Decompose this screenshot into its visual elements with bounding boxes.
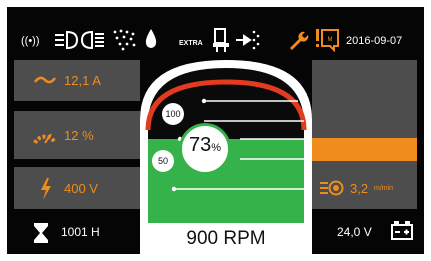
percent-value: 73 — [188, 134, 212, 156]
wrench-icon — [290, 31, 309, 50]
high-beam-icon — [80, 30, 104, 50]
voltage-bolt-icon — [41, 178, 51, 200]
current-panel: 12,1 A — [14, 60, 140, 101]
date-display: 2016-09-07 — [346, 35, 403, 47]
status-bar: ((•)) EXTRA M 2016-09-07 — [7, 7, 424, 53]
current-wave-icon — [34, 76, 56, 84]
rpm-readout: 900 RPM — [140, 223, 312, 254]
extra-label: EXTRA — [179, 40, 203, 47]
seat-icon — [213, 28, 229, 52]
wire-feed-bar — [312, 138, 417, 161]
wire-feed-icon — [320, 180, 344, 196]
percent-unit: % — [211, 142, 222, 154]
hourglass-icon — [34, 223, 48, 243]
wireless-signal-icon: ((•)) — [21, 35, 40, 47]
water-drop-icon — [145, 29, 157, 48]
operating-hours: 1001 H — [61, 225, 100, 239]
wire-feed-panel: 3,2 m/min — [312, 167, 417, 209]
battery-icon — [391, 221, 413, 240]
voltage-value: 400 V — [64, 181, 98, 196]
display-screen: ((•)) EXTRA M 2016-09-07 12,1 A 12 % 400… — [7, 7, 424, 254]
speedometer-icon — [33, 133, 57, 145]
current-value: 12,1 A — [64, 73, 101, 88]
speed-value: 12 % — [64, 128, 94, 143]
wire-feed-value: 3,2 — [350, 181, 369, 196]
wire-feed-unit: m/min — [374, 185, 394, 192]
battery-voltage: 24,0 V — [337, 225, 372, 239]
speed-panel: 12 % — [14, 111, 140, 159]
sprayer-icon — [113, 29, 136, 51]
percent-readout: 73% — [179, 134, 231, 157]
gauge-marker-100: 100 — [162, 103, 184, 125]
svg-text:M: M — [328, 37, 333, 43]
hydraulic-flow-icon — [236, 30, 260, 50]
gauge-marker-50: 50 — [152, 150, 174, 172]
maintenance-warning-icon: M — [316, 29, 339, 52]
voltage-panel: 400 V — [14, 167, 140, 209]
